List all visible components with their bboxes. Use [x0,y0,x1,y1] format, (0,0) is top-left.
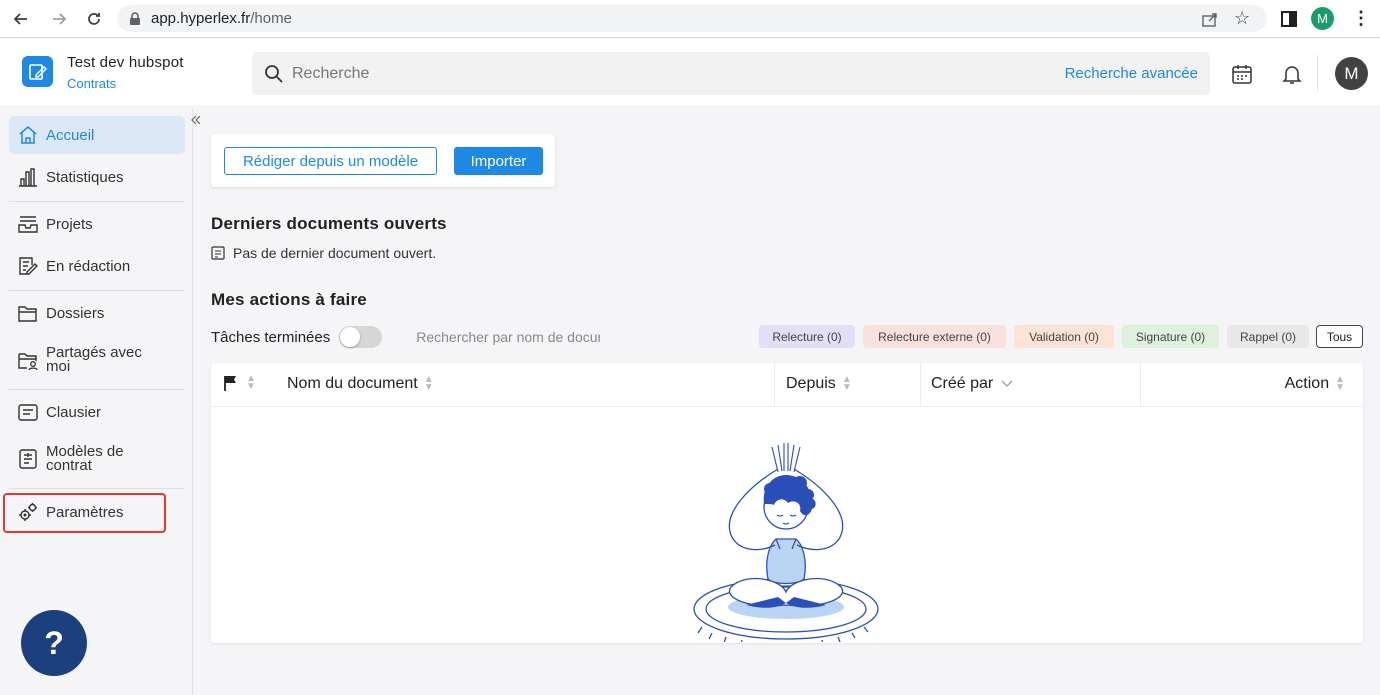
sidebar-item-label: En rédaction [46,257,131,275]
filter-signature[interactable]: Signature (0) [1122,325,1219,348]
sort-icon: ▲ ▼ [841,374,852,393]
column-label: Nom du document [287,375,418,392]
column-header-depuis[interactable]: Depuis ▲ ▼ [786,375,852,393]
inbox-icon [18,216,38,233]
sidebar-divider [9,290,184,291]
sort-icon: ▲ ▼ [423,374,434,393]
highlight-box [3,493,166,533]
sidebar-item-clausier[interactable]: Clausier [9,393,185,431]
edit-document-icon [19,257,38,275]
flag-column-header[interactable]: ▲ ▼ [222,374,256,392]
recent-empty-message: Pas de dernier document ouvert. [211,245,436,261]
document-search[interactable]: Rechercher par nom de document [400,328,600,347]
calendar-icon[interactable] [1231,63,1253,85]
back-arrow-icon[interactable] [10,8,32,30]
workspace-section[interactable]: Contrats [67,76,116,91]
column-label: Créé par [931,375,994,392]
column-divider [1140,363,1141,407]
kebab-menu-icon[interactable]: ⋮ [1352,8,1370,29]
search-input[interactable]: Recherche [292,65,369,83]
sidebar: Accueil Statistiques Projets En rédactio… [0,108,193,695]
column-divider [774,363,775,407]
sidebar-item-en-redaction[interactable]: En rédaction [9,247,185,285]
sidebar-item-dossiers[interactable]: Dossiers [9,294,185,332]
sidebar-item-modeles[interactable]: Modèles de contrat [9,440,185,478]
sidebar-item-label-2: moi [46,358,71,375]
column-divider [920,363,921,407]
header-divider [1317,55,1318,91]
todo-table: ▲ ▼ Nom du document ▲ ▼ Depuis ▲ ▼ Créé par A… [211,363,1363,643]
clause-icon [18,404,38,421]
user-avatar[interactable]: M [1335,57,1368,90]
bar-chart-icon [19,168,37,187]
sidebar-item-statistiques[interactable]: Statistiques [9,158,185,196]
bookmark-star-icon[interactable]: ☆ [1234,8,1250,29]
column-label: Depuis [786,375,836,392]
browser-toolbar: app.hyperlex.fr/home ☆ M ⋮ [0,0,1380,38]
sidebar-item-label: Projets [46,215,93,233]
todo-title: Mes actions à faire [211,290,367,309]
recent-empty-text: Pas de dernier document ouvert. [233,245,437,261]
flag-icon [224,376,236,391]
filter-tous[interactable]: Tous [1316,325,1363,348]
completed-tasks-label: Tâches terminées [211,328,331,346]
filter-relecture[interactable]: Relecture (0) [759,325,855,348]
sidebar-item-label: Accueil [46,126,95,144]
meditation-illustration [693,443,879,642]
column-header-nom[interactable]: Nom du document ▲ ▼ [287,375,434,393]
document-icon [211,246,225,260]
recent-documents-title: Derniers documents ouverts [211,214,447,233]
sort-icon: ▲ ▼ [246,373,256,392]
global-search[interactable]: Recherche Recherche avancée [252,52,1210,95]
url-host: app.hyperlex.fr [151,10,251,27]
search-icon [265,64,283,83]
column-header-cree-par[interactable]: Créé par [931,375,1013,393]
completed-tasks-toggle[interactable] [339,326,383,348]
advanced-search-link[interactable]: Recherche avancée [1065,65,1198,82]
sidebar-divider [9,488,184,489]
bell-icon[interactable] [1281,63,1303,85]
chevron-down-icon [1001,380,1013,387]
share-icon[interactable] [1201,10,1219,28]
todo-toolbar: Tâches terminées Rechercher par nom de d… [211,324,1363,350]
sidebar-item-accueil[interactable]: Accueil [9,116,185,154]
shared-folder-icon [18,353,38,371]
import-button[interactable]: Importer [454,147,543,175]
filter-validation[interactable]: Validation (0) [1014,325,1114,348]
app-header: Test dev hubspot Contrats Recherche Rech… [0,39,1380,107]
home-icon [19,126,37,144]
sidebar-item-projets[interactable]: Projets [9,205,185,243]
document-search-input[interactable]: Rechercher par nom de document [416,329,600,345]
column-header-action[interactable]: Action ▲ ▼ [1285,375,1345,393]
filter-relecture-externe[interactable]: Relecture externe (0) [863,325,1006,348]
url-path: /home [250,10,292,27]
forward-arrow-icon[interactable] [48,8,70,30]
sidebar-divider [9,201,184,202]
app-logo[interactable] [22,56,53,87]
filter-rappel[interactable]: Rappel (0) [1227,325,1309,348]
profile-avatar[interactable]: M [1311,7,1334,30]
main-content: Rédiger depuis un modèle Importer Dernie… [194,108,1380,695]
quick-actions-card: Rédiger depuis un modèle Importer [211,134,555,187]
sidebar-item-label: Statistiques [46,168,124,186]
sidebar-divider [9,389,184,390]
draft-from-template-button[interactable]: Rédiger depuis un modèle [224,147,437,175]
reload-icon[interactable] [83,8,105,30]
sidebar-item-label-2: contrat [46,457,92,474]
address-bar[interactable]: app.hyperlex.fr/home [117,5,1267,32]
help-button[interactable]: ? [21,610,87,676]
sort-icon: ▲ ▼ [1335,374,1345,393]
folder-icon [18,306,37,322]
column-label: Action [1284,375,1330,392]
workspace-name: Test dev hubspot [67,54,184,71]
sidebar-item-label: Dossiers [46,304,105,322]
lock-icon [130,11,140,25]
sidebar-item-label: Clausier [46,403,102,421]
template-icon [19,449,37,469]
sidepanel-icon[interactable] [1281,11,1297,27]
sidebar-item-partages[interactable]: Partagés avec moi [9,341,185,379]
